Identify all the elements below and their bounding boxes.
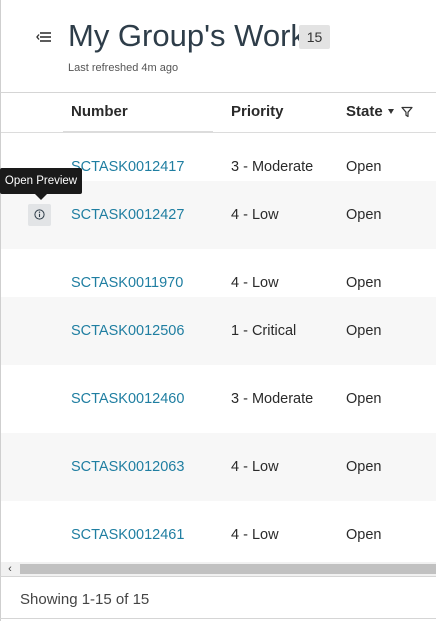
table-row[interactable]: SCTASK0012063 4 - Low Open [1, 433, 436, 501]
task-number-link[interactable]: SCTASK0012417 [71, 159, 184, 175]
table-footer: Showing 1-15 of 15 [0, 576, 436, 621]
task-priority: 1 - Critical [231, 323, 297, 339]
task-priority: 4 - Low [231, 207, 279, 223]
column-header-priority[interactable]: Priority [231, 103, 284, 120]
scrollbar-thumb[interactable] [20, 564, 436, 574]
last-refreshed-text: Last refreshed 4m ago [68, 62, 179, 74]
task-number-link[interactable]: SCTASK0012506 [71, 323, 184, 339]
task-table: Number Priority State SCTASK0012417 3 - … [0, 92, 436, 562]
table-row[interactable]: SCTASK0012461 4 - Low Open [1, 501, 436, 562]
task-state: Open [346, 207, 382, 223]
column-header-state[interactable]: State [346, 103, 383, 120]
scroll-left-arrow-icon[interactable]: ‹ [4, 563, 16, 575]
table-row[interactable]: SCTASK0012460 3 - Moderate Open [1, 365, 436, 433]
task-priority: 4 - Low [231, 275, 279, 291]
page-title: My Group's Work [68, 18, 306, 53]
task-state: Open [346, 459, 382, 475]
collapse-list-icon[interactable] [36, 30, 52, 44]
task-priority: 3 - Moderate [231, 391, 314, 407]
table-header-row: Number Priority State [1, 93, 436, 133]
task-state: Open [346, 527, 382, 543]
task-number-link[interactable]: SCTASK0012063 [71, 459, 184, 475]
pagination-summary: Showing 1-15 of 15 [20, 591, 150, 608]
column-header-divider [63, 131, 213, 132]
task-state: Open [346, 391, 382, 407]
horizontal-scrollbar[interactable]: ‹ [0, 562, 436, 576]
task-number-link[interactable]: SCTASK0012427 [71, 207, 184, 223]
open-preview-tooltip: Open Preview [0, 168, 82, 200]
open-preview-button[interactable] [28, 204, 51, 226]
filter-icon[interactable] [401, 106, 413, 118]
task-number-link[interactable]: SCTASK0011970 [71, 275, 183, 291]
task-state: Open [346, 275, 382, 291]
task-number-link[interactable]: SCTASK0012460 [71, 391, 184, 407]
task-number-link[interactable]: SCTASK0012461 [71, 527, 184, 543]
info-circle-icon [34, 209, 45, 220]
task-state: Open [346, 159, 382, 175]
table-row[interactable]: SCTASK0012506 1 - Critical Open [1, 297, 436, 365]
task-state: Open [346, 323, 382, 339]
task-priority: 3 - Moderate [231, 159, 314, 175]
task-priority: 4 - Low [231, 459, 279, 475]
column-header-number[interactable]: Number [71, 103, 128, 120]
sort-caret-icon[interactable] [388, 109, 394, 114]
task-priority: 4 - Low [231, 527, 279, 543]
footer-divider [0, 618, 436, 619]
count-badge: 15 [299, 25, 330, 49]
list-header: My Group's Work 15 Last refreshed 4m ago [0, 0, 436, 92]
